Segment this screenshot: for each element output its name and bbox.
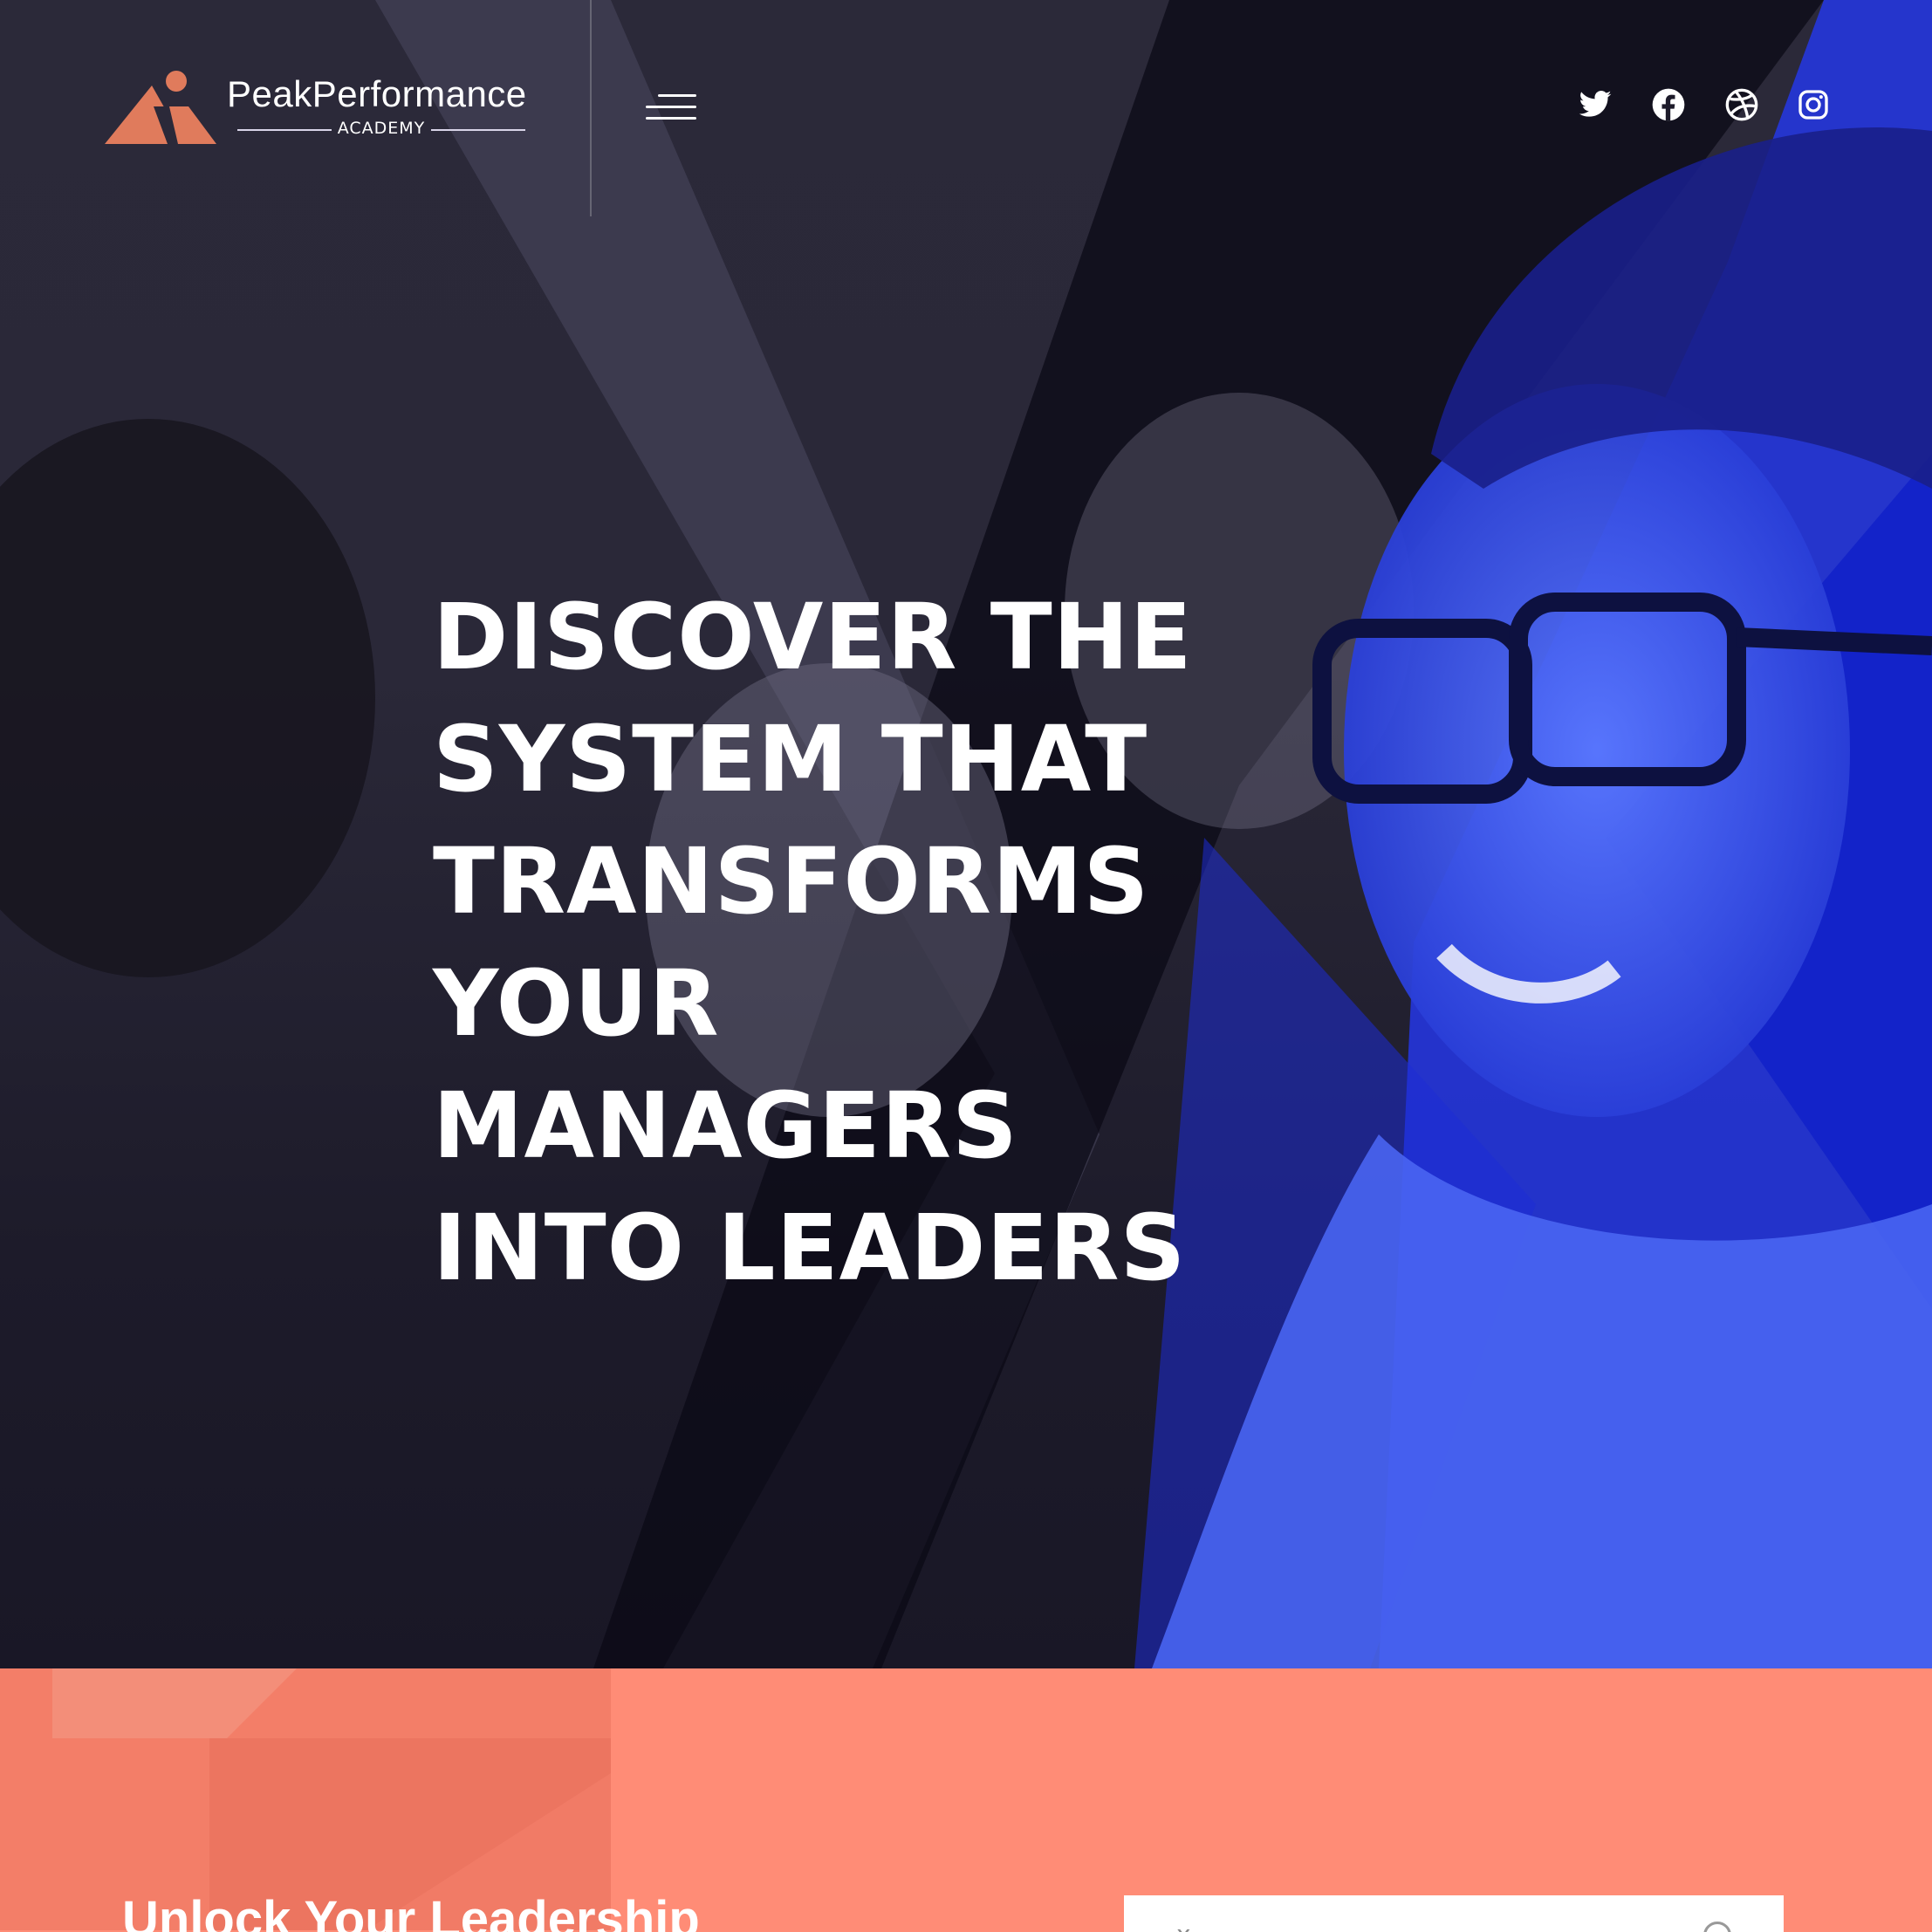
instagram-icon[interactable] — [1796, 87, 1831, 122]
close-icon[interactable]: x — [1176, 1920, 1191, 1932]
headline-line: MANAGERS — [433, 1072, 1018, 1179]
promo-title: Unlock Your Leadership — [122, 1891, 700, 1932]
headline-line: SYSTEM THAT — [433, 706, 1148, 812]
header-divider — [590, 0, 592, 216]
promo-section: Unlock Your Leadership x — [0, 1668, 1932, 1932]
twitter-icon[interactable] — [1578, 87, 1613, 122]
menu-bar — [646, 117, 696, 120]
hero-headline: DISCOVER THE SYSTEM THAT TRANSFORMS YOUR… — [433, 576, 1218, 1309]
peak-mountain-logo-icon — [105, 71, 216, 144]
headline-line: INTO LEADERS — [433, 1195, 1187, 1301]
headline-line: DISCOVER THE — [433, 584, 1193, 690]
brand-name: PeakPerformance — [227, 73, 527, 114]
hero-section: PeakPerformance ACADEMY DISCOVER THE SYS… — [0, 0, 1932, 1668]
user-icon — [1703, 1922, 1731, 1932]
menu-bar — [658, 94, 696, 97]
facebook-icon[interactable] — [1651, 87, 1686, 122]
headline-line: YOUR — [433, 950, 720, 1057]
hamburger-menu-icon[interactable] — [642, 92, 698, 122]
menu-bar — [646, 106, 696, 108]
brand-logo[interactable]: PeakPerformance ACADEMY — [105, 68, 541, 148]
brand-subtitle: ACADEMY — [237, 119, 525, 138]
headline-line: TRANSFORMS — [433, 828, 1150, 935]
signup-form-card[interactable]: x — [1124, 1895, 1784, 1932]
dribbble-icon[interactable] — [1724, 87, 1759, 122]
